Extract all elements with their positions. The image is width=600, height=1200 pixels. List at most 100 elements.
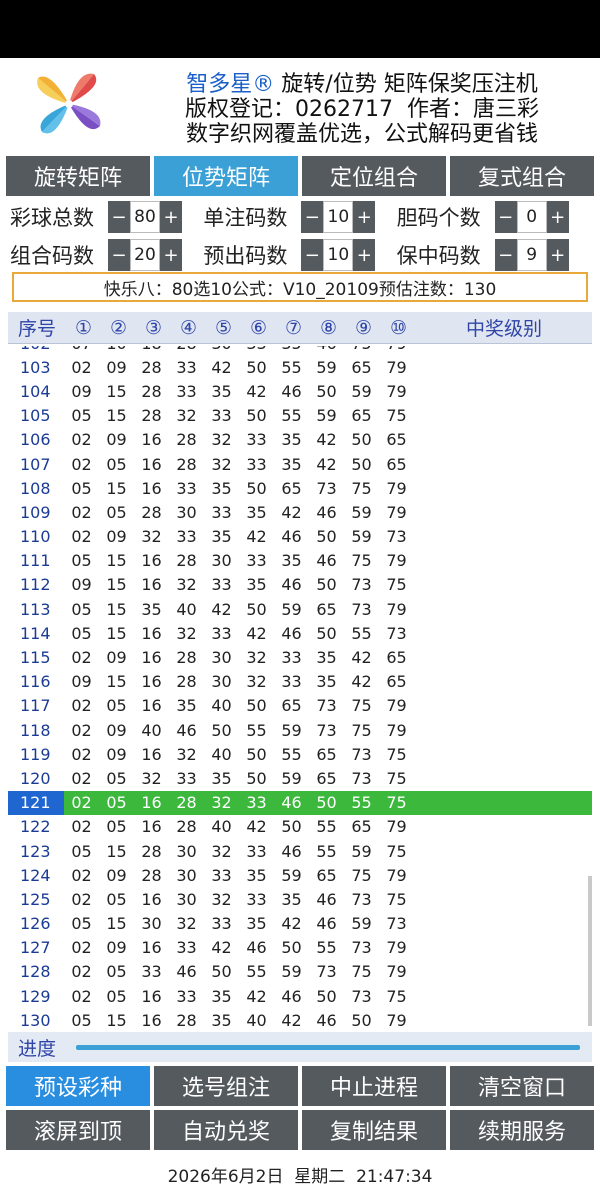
table-row[interactable]: 108 05 15 16 33 35 50 65 73 75 79 — [8, 476, 592, 500]
clear-window-button[interactable]: 清空窗口 — [450, 1066, 594, 1106]
row-number-cell: 73 — [316, 962, 337, 982]
row-number-cell: 05 — [71, 406, 92, 426]
scroll-top-button[interactable]: 滚屏到顶 — [6, 1110, 150, 1150]
row-number-cell: 32 — [211, 889, 232, 909]
tab-potential-matrix[interactable]: 位势矩阵 — [154, 156, 298, 196]
increment-button[interactable]: + — [546, 201, 569, 233]
table-row[interactable]: 113 05 15 35 40 42 50 59 65 73 79 — [8, 597, 592, 621]
param-banker-count: 胆码个数 − 0 + — [397, 201, 590, 233]
row-number-cell: 50 — [246, 768, 267, 788]
auto-redeem-button[interactable]: 自动兑奖 — [154, 1110, 298, 1150]
row-number-cell: 05 — [106, 696, 127, 716]
param-row: 组合码数 − 20 + 预出码数 − 10 + 保中码数 − 9 + — [10, 236, 590, 274]
table-row[interactable]: 121 02 05 16 28 32 33 46 50 55 75 — [8, 790, 592, 815]
total-balls-value[interactable]: 80 — [130, 201, 160, 233]
row-number-cell: 28 — [176, 648, 197, 668]
preset-lottery-button[interactable]: 预设彩种 — [6, 1066, 150, 1106]
row-number-cell: 79 — [386, 357, 407, 377]
banker-count-value[interactable]: 0 — [516, 201, 547, 233]
combo-count-value[interactable]: 20 — [130, 239, 160, 271]
table-row[interactable]: 119 02 09 16 32 40 50 55 65 73 75 — [8, 742, 592, 766]
progress-bar: 进度 — [8, 1032, 592, 1062]
row-seq: 106 — [20, 430, 51, 450]
tab-rotation-matrix[interactable]: 旋转矩阵 — [6, 156, 150, 196]
tab-position-combo[interactable]: 定位组合 — [302, 156, 446, 196]
table-row[interactable]: 118 02 09 40 46 50 55 59 73 75 79 — [8, 718, 592, 742]
row-number-cell: 42 — [316, 430, 337, 450]
row-number-cell: 09 — [71, 575, 92, 595]
decrement-button[interactable]: − — [108, 201, 130, 233]
table-row[interactable]: 107 02 05 16 28 32 33 35 42 50 65 — [8, 452, 592, 476]
decrement-button[interactable]: − — [301, 201, 324, 233]
increment-button[interactable]: + — [353, 239, 376, 271]
row-number-cell: 33 — [246, 793, 267, 813]
table-row[interactable]: 109 02 05 28 30 33 35 42 46 59 79 — [8, 500, 592, 524]
row-number-cell: 10 — [99, 346, 134, 353]
decrement-button[interactable]: − — [494, 201, 517, 233]
decrement-button[interactable]: − — [494, 239, 517, 271]
result-rows: 1020710182830333546757910302092833425055… — [8, 346, 592, 1028]
row-number-cell: 05 — [71, 914, 92, 934]
copy-results-button[interactable]: 复制结果 — [302, 1110, 446, 1150]
increment-button[interactable]: + — [160, 239, 182, 271]
row-number-cell: 73 — [351, 744, 372, 764]
table-row[interactable]: 117 02 05 16 35 40 50 65 73 75 79 — [8, 694, 592, 718]
table-row[interactable]: 125 02 05 16 30 32 33 35 46 73 75 — [8, 887, 592, 911]
increment-button[interactable]: + — [160, 201, 182, 233]
tab-compound-combo[interactable]: 复式组合 — [450, 156, 594, 196]
table-row[interactable]: 126 05 15 30 32 33 35 42 46 59 73 — [8, 912, 592, 936]
row-seq: 116 — [20, 672, 51, 692]
table-row[interactable]: 103 02 09 28 33 42 50 55 59 65 79 — [8, 355, 592, 379]
decrement-button[interactable]: − — [108, 239, 130, 271]
table-row[interactable]: 114 05 15 16 32 33 42 46 50 55 73 — [8, 621, 592, 645]
decrement-button[interactable]: − — [301, 239, 324, 271]
row-number-cell: 32 — [176, 575, 197, 595]
row-number-cell: 35 — [274, 346, 309, 353]
button-row: 预设彩种 选号组注 中止进程 清空窗口 — [6, 1066, 594, 1106]
table-row[interactable]: 127 02 09 16 33 42 46 50 55 73 79 — [8, 936, 592, 960]
param-label: 胆码个数 — [396, 206, 481, 230]
table-row[interactable]: 124 02 09 28 30 33 35 59 65 75 79 — [8, 863, 592, 887]
table-scrollbar[interactable] — [588, 876, 592, 1026]
renew-service-button[interactable]: 续期服务 — [450, 1110, 594, 1150]
param-total-balls: 彩球总数 − 80 + — [10, 201, 203, 233]
predict-count-value[interactable]: 10 — [323, 239, 354, 271]
table-row[interactable]: 104 09 15 28 33 35 42 46 50 59 79 — [8, 379, 592, 403]
table-row[interactable]: 10207101828303335467579 — [8, 346, 592, 355]
single-bet-value[interactable]: 10 — [323, 201, 354, 233]
increment-button[interactable]: + — [353, 201, 376, 233]
table-row[interactable]: 122 02 05 16 28 40 42 50 55 65 79 — [8, 815, 592, 839]
row-number-cell: 65 — [386, 430, 407, 450]
table-row[interactable]: 128 02 05 33 46 50 55 59 73 75 79 — [8, 960, 592, 984]
row-number-cell: 65 — [386, 672, 407, 692]
table-row[interactable]: 112 09 15 16 32 33 35 46 50 73 75 — [8, 573, 592, 597]
table-row[interactable]: 123 05 15 28 30 32 33 46 55 59 75 — [8, 839, 592, 863]
row-number-cell: 73 — [351, 599, 372, 619]
param-combo-count: 组合码数 − 20 + — [10, 239, 203, 271]
select-combine-button[interactable]: 选号组注 — [154, 1066, 298, 1106]
row-number-cell: 05 — [106, 768, 127, 788]
row-number-cell: 50 — [246, 599, 267, 619]
table-row[interactable]: 110 02 09 32 33 35 42 46 50 59 73 — [8, 525, 592, 549]
table-row[interactable]: 115 02 09 16 28 30 32 33 35 42 65 — [8, 645, 592, 669]
result-table-body[interactable]: 1020710182830333546757910302092833425055… — [8, 346, 592, 1028]
app-header: 智多星® 旋转/位势 矩阵保奖压注机 版权登记：0262717 作者：唐三彩 数… — [0, 58, 600, 150]
row-number-cell: 35 — [176, 696, 197, 716]
row-number-cell: 46 — [281, 527, 302, 547]
table-row[interactable]: 130 05 15 16 28 35 40 42 46 50 79 — [8, 1008, 592, 1028]
row-number-cell: 35 — [246, 914, 267, 934]
increment-button[interactable]: + — [546, 239, 569, 271]
stop-process-button[interactable]: 中止进程 — [302, 1066, 446, 1106]
row-number-cell: 65 — [351, 817, 372, 837]
table-row[interactable]: 111 05 15 16 28 30 33 35 46 75 79 — [8, 549, 592, 573]
table-row[interactable]: 120 02 05 32 33 35 50 59 65 73 75 — [8, 766, 592, 790]
table-row[interactable]: 116 09 15 16 28 30 32 33 35 42 65 — [8, 670, 592, 694]
row-number-cell: 16 — [141, 648, 162, 668]
row-number-cell: 42 — [246, 623, 267, 643]
guarantee-count-value[interactable]: 9 — [516, 239, 547, 271]
table-row[interactable]: 106 02 09 16 28 32 33 35 42 50 65 — [8, 428, 592, 452]
row-number-cell: 50 — [211, 962, 232, 982]
row-number-cell: 73 — [351, 768, 372, 788]
table-row[interactable]: 129 02 05 16 33 35 42 46 50 73 75 — [8, 984, 592, 1008]
table-row[interactable]: 105 05 15 28 32 33 50 55 59 65 75 — [8, 404, 592, 428]
